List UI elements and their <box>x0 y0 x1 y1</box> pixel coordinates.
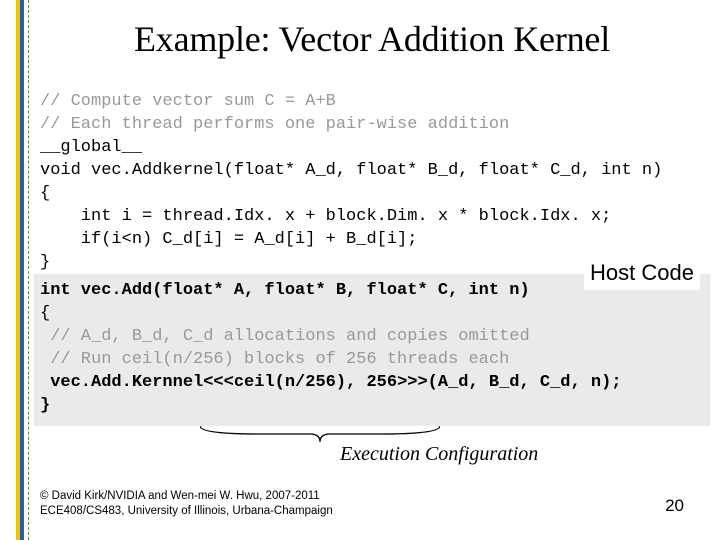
code-comment: // Each thread performs one pair-wise ad… <box>40 115 509 134</box>
code-line: ceil(n/256), 256 <box>234 373 397 392</box>
page-number: 20 <box>665 496 684 516</box>
left-accent-bar <box>16 0 24 540</box>
host-code-label: Host Code <box>584 256 700 290</box>
footer-line: ECE408/CS483, University of Illinois, Ur… <box>40 504 704 518</box>
code-line: if(i<n) C_d[i] = A_d[i] + B_d[i]; <box>40 230 417 249</box>
code-line: } <box>40 396 50 415</box>
code-line: { <box>40 304 50 323</box>
code-line: int vec.Add(float* A, float* B, float* C… <box>40 281 530 300</box>
footer-line: © David Kirk/NVIDIA and Wen-mei W. Hwu, … <box>40 489 704 503</box>
code-line: void vec.Addkernel(float* A_d, float* B_… <box>40 161 662 180</box>
green-dashed-rule <box>28 0 29 540</box>
code-line: __global__ <box>40 138 142 157</box>
blue-bar <box>20 0 24 540</box>
host-code-box: Host Codeint vec.Add(float* A, float* B,… <box>34 274 710 426</box>
code-line: vec.Add.Kernnel<<< <box>40 373 234 392</box>
slide-content: Example: Vector Addition Kernel // Compu… <box>40 18 704 526</box>
footer-credits: © David Kirk/NVIDIA and Wen-mei W. Hwu, … <box>40 489 704 518</box>
code-comment: // Run ceil(n/256) blocks of 256 threads… <box>40 350 509 369</box>
code-comment: // A_d, B_d, C_d allocations and copies … <box>40 327 530 346</box>
code-line: { <box>40 184 50 203</box>
slide-title: Example: Vector Addition Kernel <box>40 18 704 60</box>
code-line: } <box>40 253 50 272</box>
code-line: int i = thread.Idx. x + block.Dim. x * b… <box>40 207 611 226</box>
code-block: // Compute vector sum C = A+B // Each th… <box>40 68 704 472</box>
curly-brace-icon <box>200 424 440 444</box>
code-comment: // Compute vector sum C = A+B <box>40 92 336 111</box>
execution-config-label: Execution Configuration <box>340 443 538 466</box>
code-line: >>>(A_d, B_d, C_d, n); <box>397 373 621 392</box>
